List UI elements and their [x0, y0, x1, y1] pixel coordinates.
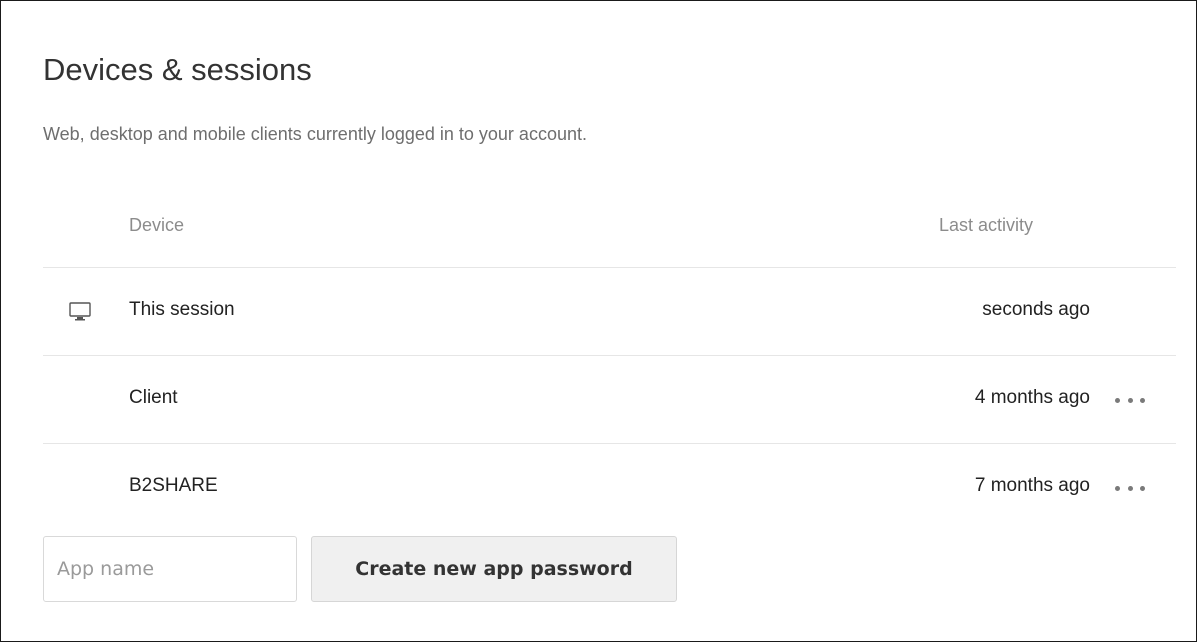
dot: [1115, 397, 1120, 403]
dot: [1127, 397, 1133, 403]
column-header-device: Device: [129, 215, 185, 235]
monitor-icon: [69, 302, 91, 322]
page-title: Devices & sessions: [43, 52, 312, 87]
last-activity: seconds ago: [982, 299, 1090, 320]
table-row: B2SHARE 7 months ago: [43, 444, 1176, 531]
table-header: Device Last activity: [43, 197, 1176, 268]
more-options-icon[interactable]: [1115, 480, 1145, 496]
devices-sessions-panel: Devices & sessions Web, desktop and mobi…: [0, 0, 1197, 642]
dot: [1115, 485, 1120, 491]
device-name: B2SHARE: [129, 475, 218, 496]
section-description: Web, desktop and mobile clients currentl…: [43, 124, 587, 144]
table-row: This session seconds ago: [43, 268, 1176, 356]
last-activity: 7 months ago: [974, 475, 1090, 496]
create-app-password-button[interactable]: Create new app password: [311, 536, 677, 602]
column-header-last-activity: Last activity: [939, 215, 1034, 235]
dot: [1140, 397, 1145, 403]
device-name: Client: [129, 387, 178, 408]
app-name-input[interactable]: [43, 536, 297, 602]
dot: [1140, 485, 1145, 491]
device-name: This session: [129, 299, 235, 320]
table-row: Client 4 months ago: [43, 356, 1176, 444]
last-activity: 4 months ago: [974, 387, 1090, 408]
dot: [1127, 485, 1133, 491]
sessions-table: Device Last activity This session second…: [43, 197, 1176, 531]
more-options-icon[interactable]: [1115, 392, 1145, 408]
